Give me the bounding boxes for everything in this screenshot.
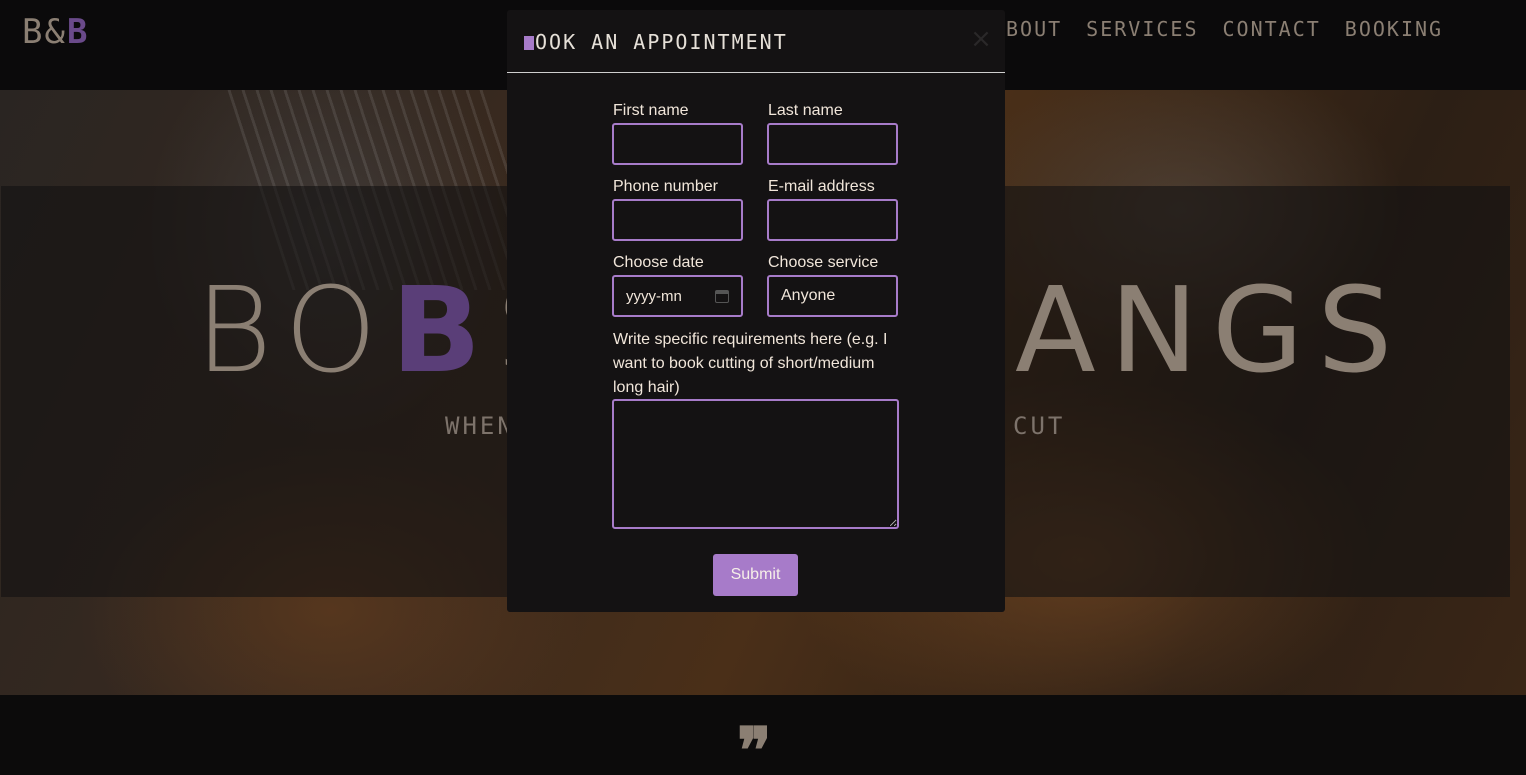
site-logo[interactable]: B&B [22, 14, 89, 50]
service-select[interactable]: Anyone [767, 275, 898, 317]
phone-label: Phone number [613, 178, 718, 195]
nav-booking[interactable]: BOOKING [1345, 17, 1443, 41]
logo-prefix: B& [22, 12, 67, 52]
date-label: Choose date [613, 254, 704, 271]
email-label: E-mail address [768, 178, 875, 195]
hero-title-right: ANGS [1015, 261, 1407, 399]
email-input[interactable] [767, 199, 898, 241]
submit-button[interactable]: Submit [713, 554, 798, 596]
hero-title-accent: B [391, 261, 496, 399]
modal-title-text: OOK AN APPOINTMENT [535, 30, 788, 54]
modal-title: OOK AN APPOINTMENT [524, 30, 788, 54]
date-placeholder: yyyy-mn [626, 287, 682, 305]
nav-services[interactable]: SERVICES [1086, 17, 1198, 41]
calendar-icon[interactable] [715, 289, 729, 303]
first-name-input[interactable] [612, 123, 743, 165]
phone-input[interactable] [612, 199, 743, 241]
main-nav: BOUT SERVICES CONTACT BOOKING [1006, 17, 1443, 41]
first-name-label: First name [613, 102, 689, 119]
date-input[interactable]: yyyy-mn [612, 275, 743, 317]
service-label: Choose service [768, 254, 879, 271]
nav-about[interactable]: BOUT [1006, 17, 1062, 41]
nav-contact[interactable]: CONTACT [1223, 17, 1321, 41]
last-name-input[interactable] [767, 123, 898, 165]
hero-title-left: BO [195, 261, 392, 399]
last-name-label: Last name [768, 102, 843, 119]
modal-title-accent-icon [524, 36, 534, 50]
modal-header: OOK AN APPOINTMENT × [507, 10, 1005, 73]
logo-accent: B [66, 12, 90, 52]
requirements-textarea[interactable] [612, 399, 899, 529]
hero-subtitle-right: CUT [1013, 412, 1066, 440]
booking-modal: OOK AN APPOINTMENT × First name Last nam… [507, 10, 1005, 612]
quote-icon: ❞ [737, 714, 772, 775]
close-icon[interactable]: × [970, 26, 992, 52]
requirements-label: Write specific requirements here (e.g. I… [613, 331, 888, 396]
service-selected-value: Anyone [781, 287, 836, 304]
hero-subtitle-left: WHEN [445, 412, 515, 440]
